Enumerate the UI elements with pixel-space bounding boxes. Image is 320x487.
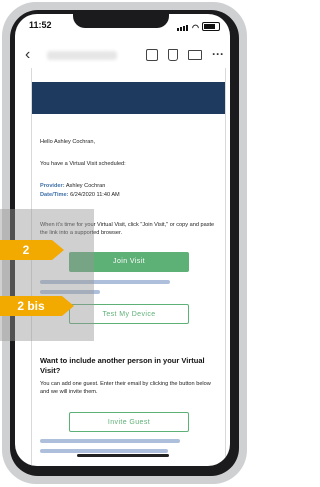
mail-icon[interactable] [188, 50, 202, 60]
home-indicator [77, 454, 169, 457]
back-arrow-icon[interactable]: ‹ [25, 46, 30, 64]
annotation-marker-2-bis: 2 bis [0, 296, 62, 316]
datetime-row: Date/Time: 6/24/2020 11:40 AM [40, 191, 120, 199]
provider-label: Provider: [40, 183, 65, 189]
wifi-icon: ◠ [192, 23, 199, 32]
more-options-icon[interactable]: ··· [212, 48, 224, 61]
status-bar: 11:52 ◠ [15, 14, 230, 36]
datetime-label: Date/Time: [40, 192, 69, 198]
annotation-shade [0, 209, 94, 341]
phone-notch [73, 14, 169, 28]
email-greeting: Hello Ashley Cochran, [40, 139, 96, 145]
status-icons: ◠ [177, 21, 220, 32]
invite-link-continued[interactable] [40, 449, 168, 453]
email-toolbar: ‹ ··· [15, 44, 230, 68]
battery-icon [202, 22, 220, 31]
email-banner [32, 82, 225, 114]
annotation-arrow-2 [52, 240, 64, 260]
sender-blurred [47, 51, 117, 60]
email-intro: You have a Virtual Visit scheduled: [40, 161, 126, 167]
invite-heading: Want to include another person in your V… [40, 356, 205, 375]
move-to-icon[interactable] [146, 49, 158, 61]
toolbar-actions: ··· [146, 48, 224, 61]
datetime-value: 6/24/2020 11:40 AM [70, 192, 120, 198]
invite-text: You can add one guest. Enter their email… [40, 381, 211, 395]
signal-icon [177, 21, 189, 31]
provider-value: Ashley Cochran [65, 183, 106, 189]
status-time: 11:52 [29, 20, 52, 30]
annotation-marker-2: 2 [0, 240, 52, 260]
invite-guest-button[interactable]: Invite Guest [69, 412, 189, 432]
trash-icon[interactable] [168, 49, 178, 61]
provider-row: Provider: Ashley Cochran [40, 182, 105, 190]
invite-link[interactable] [40, 439, 180, 443]
annotation-arrow-2-bis [62, 296, 74, 316]
